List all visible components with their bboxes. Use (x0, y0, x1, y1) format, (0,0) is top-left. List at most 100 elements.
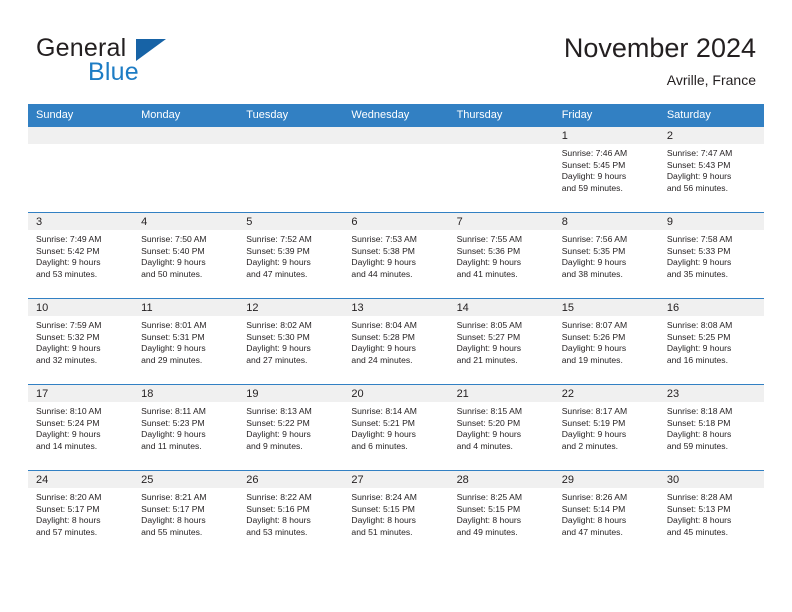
calendar-day-cell[interactable]: 23 Sunrise: 8:18 AM Sunset: 5:18 PM Dayligh… (658, 384, 764, 471)
daylight-text-line1: Daylight: 9 hours (561, 171, 627, 182)
day-number: 18 (133, 385, 239, 402)
calendar-week-row: 17 Sunrise: 8:10 AM Sunset: 5:24 PM Dayligh… (28, 384, 764, 471)
calendar-day-cell[interactable]: 20 Sunrise: 8:14 AM Sunset: 5:21 PM Dayligh… (343, 384, 449, 471)
calendar-day-cell[interactable]: 29 Sunrise: 8:26 AM Sunset: 5:14 PM Dayligh… (553, 470, 659, 556)
calendar-day-cell[interactable]: 3 Sunrise: 7:49 AM Sunset: 5:42 PM Daylight… (28, 212, 134, 299)
day-cell-inner: 13 Sunrise: 8:04 AM Sunset: 5:28 PM Dayligh… (343, 299, 449, 384)
day-cell-inner: 11 Sunrise: 8:01 AM Sunset: 5:31 PM Dayligh… (133, 299, 239, 384)
sunrise-text: Sunrise: 7:59 AM (36, 320, 102, 330)
calendar-day-cell[interactable]: 13 Sunrise: 8:04 AM Sunset: 5:28 PM Dayligh… (343, 298, 449, 385)
sunset-text: Sunset: 5:36 PM (456, 245, 521, 256)
calendar-day-cell[interactable]: 6 Sunrise: 7:53 AM Sunset: 5:38 PM Daylight… (343, 212, 449, 299)
calendar-day-cell[interactable]: 26 Sunrise: 8:22 AM Sunset: 5:16 PM Dayligh… (238, 470, 344, 556)
daylight-text-line1: Daylight: 8 hours (666, 515, 732, 526)
daylight-text-line1: Daylight: 9 hours (36, 429, 101, 440)
day-cell-inner (133, 127, 239, 212)
sunset-text: Sunset: 5:15 PM (351, 503, 415, 514)
day-cell-details: Sunrise: 7:49 AM Sunset: 5:42 PM Daylight:… (28, 230, 133, 280)
day-cell-inner: 25 Sunrise: 8:21 AM Sunset: 5:17 PM Dayligh… (133, 471, 239, 556)
daylight-text-line1: Daylight: 9 hours (456, 429, 522, 440)
day-number: 30 (658, 471, 764, 488)
day-number (448, 127, 554, 144)
calendar-day-cell[interactable]: 28 Sunrise: 8:25 AM Sunset: 5:15 PM Dayligh… (448, 470, 554, 556)
daylight-text-line1: Daylight: 9 hours (141, 343, 206, 354)
day-cell-inner: 27 Sunrise: 8:24 AM Sunset: 5:15 PM Dayligh… (343, 471, 449, 556)
day-cell-details: Sunrise: 7:58 AM Sunset: 5:33 PM Daylight:… (659, 230, 764, 280)
day-number: 28 (448, 471, 554, 488)
calendar-day-cell[interactable]: 25 Sunrise: 8:21 AM Sunset: 5:17 PM Dayligh… (133, 470, 239, 556)
day-number (238, 127, 344, 144)
calendar-day-cell[interactable]: 1 Sunrise: 7:46 AM Sunset: 5:45 PM Daylight… (553, 127, 659, 213)
calendar-day-cell[interactable]: 24 Sunrise: 8:20 AM Sunset: 5:17 PM Dayligh… (28, 470, 134, 556)
weekday-header-tuesday: Tuesday (238, 104, 344, 127)
calendar-day-cell[interactable]: 7 Sunrise: 7:55 AM Sunset: 5:36 PM Daylight… (448, 212, 554, 299)
brand-word-blue: Blue (88, 58, 139, 86)
sunset-text: Sunset: 5:45 PM (561, 159, 626, 170)
sunset-text: Sunset: 5:24 PM (36, 417, 100, 428)
sunrise-text: Sunrise: 8:15 AM (456, 406, 523, 416)
calendar-day-cell[interactable]: 16 Sunrise: 8:08 AM Sunset: 5:25 PM Dayligh… (658, 298, 764, 385)
day-cell-inner (28, 127, 134, 212)
calendar-day-cell[interactable]: 21 Sunrise: 8:15 AM Sunset: 5:20 PM Dayligh… (448, 384, 554, 471)
day-cell-inner: 21 Sunrise: 8:15 AM Sunset: 5:20 PM Dayligh… (448, 385, 554, 470)
daylight-text-line2: and 53 minutes. (36, 268, 98, 279)
title-block: November 2024 Avrille, France (564, 32, 756, 90)
sunset-text: Sunset: 5:17 PM (141, 503, 205, 514)
day-cell-inner: 18 Sunrise: 8:11 AM Sunset: 5:23 PM Dayligh… (133, 385, 239, 470)
daylight-text-line2: and 47 minutes. (246, 268, 308, 279)
daylight-text-line1: Daylight: 9 hours (351, 343, 416, 354)
calendar-day-cell[interactable]: 18 Sunrise: 8:11 AM Sunset: 5:23 PM Dayligh… (133, 384, 239, 471)
calendar-day-cell[interactable]: 15 Sunrise: 8:07 AM Sunset: 5:26 PM Dayligh… (553, 298, 659, 385)
day-number: 16 (658, 299, 764, 316)
sunrise-text: Sunrise: 8:04 AM (351, 320, 417, 330)
sunset-text: Sunset: 5:26 PM (561, 331, 626, 342)
calendar-day-cell[interactable]: 12 Sunrise: 8:02 AM Sunset: 5:30 PM Dayligh… (238, 298, 344, 385)
daylight-text-line1: Daylight: 9 hours (246, 429, 311, 440)
calendar-day-cell[interactable]: 22 Sunrise: 8:17 AM Sunset: 5:19 PM Dayligh… (553, 384, 659, 471)
sunset-text: Sunset: 5:20 PM (456, 417, 521, 428)
sunset-text: Sunset: 5:33 PM (666, 245, 731, 256)
calendar-day-cell[interactable]: 19 Sunrise: 8:13 AM Sunset: 5:22 PM Dayligh… (238, 384, 344, 471)
weekday-header-friday: Friday (553, 104, 659, 127)
day-cell-inner: 16 Sunrise: 8:08 AM Sunset: 5:25 PM Dayligh… (658, 299, 764, 384)
day-number: 24 (28, 471, 134, 488)
day-number: 9 (658, 213, 764, 230)
weekday-header-wednesday: Wednesday (343, 104, 449, 127)
sunset-text: Sunset: 5:19 PM (561, 417, 626, 428)
calendar-day-cell[interactable]: 5 Sunrise: 7:52 AM Sunset: 5:39 PM Daylight… (238, 212, 344, 299)
daylight-text-line1: Daylight: 9 hours (666, 343, 732, 354)
day-cell-details: Sunrise: 8:18 AM Sunset: 5:18 PM Daylight:… (659, 402, 764, 452)
daylight-text-line2: and 55 minutes. (141, 526, 203, 537)
day-cell-details: Sunrise: 8:07 AM Sunset: 5:26 PM Daylight:… (554, 316, 659, 366)
day-number: 11 (133, 299, 239, 316)
calendar-day-cell[interactable]: 17 Sunrise: 8:10 AM Sunset: 5:24 PM Dayligh… (28, 384, 134, 471)
calendar-day-cell[interactable]: 30 Sunrise: 8:28 AM Sunset: 5:13 PM Dayligh… (658, 470, 764, 556)
day-number: 6 (343, 213, 449, 230)
calendar-day-cell[interactable]: 9 Sunrise: 7:58 AM Sunset: 5:33 PM Daylight… (658, 212, 764, 299)
calendar-day-cell[interactable]: 2 Sunrise: 7:47 AM Sunset: 5:43 PM Daylight… (658, 127, 764, 213)
calendar-day-cell[interactable]: 8 Sunrise: 7:56 AM Sunset: 5:35 PM Daylight… (553, 212, 659, 299)
day-cell-details: Sunrise: 8:04 AM Sunset: 5:28 PM Daylight:… (343, 316, 448, 366)
daylight-text-line2: and 29 minutes. (141, 354, 203, 365)
calendar-day-cell[interactable]: 27 Sunrise: 8:24 AM Sunset: 5:15 PM Dayligh… (343, 470, 449, 556)
calendar-day-cell[interactable]: 10 Sunrise: 7:59 AM Sunset: 5:32 PM Dayligh… (28, 298, 134, 385)
weekday-header-thursday: Thursday (448, 104, 554, 127)
calendar-day-cell[interactable]: 4 Sunrise: 7:50 AM Sunset: 5:40 PM Daylight… (133, 212, 239, 299)
calendar-day-cell[interactable]: 14 Sunrise: 8:05 AM Sunset: 5:27 PM Dayligh… (448, 298, 554, 385)
calendar-day-cell[interactable]: 11 Sunrise: 8:01 AM Sunset: 5:31 PM Dayligh… (133, 298, 239, 385)
daylight-text-line2: and 44 minutes. (351, 268, 413, 279)
brand-logo[interactable]: General Blue (36, 36, 266, 92)
daylight-text-line1: Daylight: 9 hours (246, 343, 311, 354)
daylight-text-line2: and 50 minutes. (141, 268, 203, 279)
daylight-text-line1: Daylight: 8 hours (141, 515, 206, 526)
daylight-text-line1: Daylight: 8 hours (561, 515, 627, 526)
daylight-text-line2: and 59 minutes. (561, 182, 623, 193)
daylight-text-line2: and 38 minutes. (561, 268, 623, 279)
day-number: 13 (343, 299, 449, 316)
sunset-text: Sunset: 5:23 PM (141, 417, 205, 428)
sunset-text: Sunset: 5:31 PM (141, 331, 205, 342)
daylight-text-line2: and 47 minutes. (561, 526, 623, 537)
daylight-text-line1: Daylight: 9 hours (666, 257, 732, 268)
day-number: 10 (28, 299, 134, 316)
daylight-text-line2: and 14 minutes. (36, 440, 98, 451)
